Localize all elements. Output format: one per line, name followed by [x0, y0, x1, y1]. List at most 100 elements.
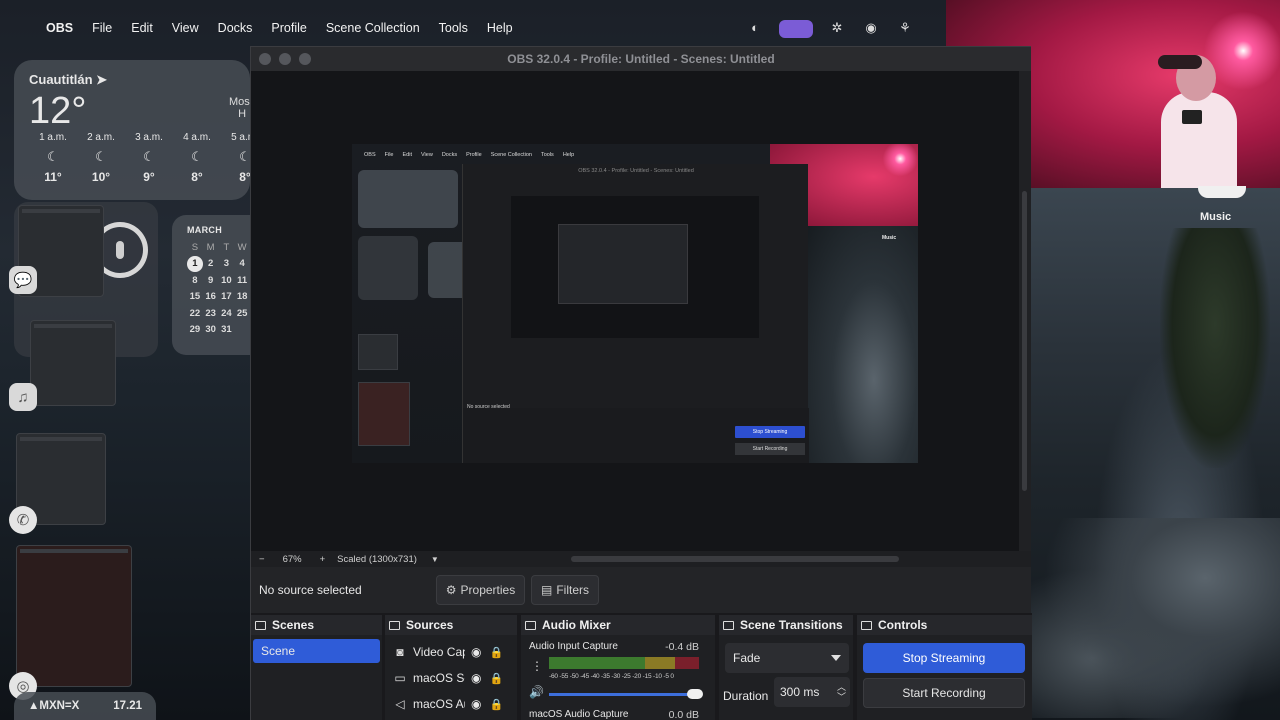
moon-icon: ☾: [47, 149, 59, 164]
start-recording-button[interactable]: Start Recording: [863, 678, 1025, 708]
preview-area[interactable]: OBS File Edit View Docks Profile Scene Collect…: [251, 71, 1019, 551]
menu-file[interactable]: File: [92, 21, 112, 35]
menu-help[interactable]: Help: [487, 21, 513, 35]
wallpaper-rocks: [1030, 518, 1280, 718]
weather-hour: 3 a.m. ☾ 9°: [125, 132, 173, 184]
mixer-track-db: 0.0 dB: [668, 709, 699, 720]
visibility-eye-icon[interactable]: ◉: [471, 645, 481, 659]
menu-scene-collection[interactable]: Scene Collection: [326, 21, 420, 35]
person-body: [1161, 92, 1237, 188]
source-item[interactable]: ◙Video Capture◉🔒: [393, 641, 511, 663]
volume-slider-knob[interactable]: [687, 689, 703, 699]
weather-hourly: 1 a.m. ☾ 11° 2 a.m. ☾ 10° 3 a.m. ☾ 9° 4 a.m. ☾ 8…: [29, 132, 269, 184]
stock-symbol: ▲MXN=X: [28, 700, 80, 712]
duration-label: Duration: [723, 689, 769, 703]
dock-icon: [389, 620, 400, 630]
dock-icon: [861, 620, 872, 630]
sources-dock: Sources ◙Video Capture◉🔒 ▭macOS Screen◉🔒…: [385, 615, 517, 720]
preview-canvas[interactable]: OBS File Edit View Docks Profile Scene Collect…: [352, 144, 918, 463]
preview-wallpaper: [808, 226, 918, 463]
controls-header: Controls: [857, 615, 1032, 635]
scene-transitions-dock: Scene Transitions Fade Duration 300 ms ︿ ﹀: [719, 615, 853, 720]
lock-icon[interactable]: 🔒: [489, 672, 503, 685]
stock-widget[interactable]: ▲MXN=X 17.21: [14, 692, 156, 720]
preview-stage-widget: [358, 236, 418, 300]
screen-share-icon[interactable]: [779, 20, 813, 38]
scenes-dock: Scenes Scene: [251, 615, 382, 720]
messages-icon[interactable]: 💬: [9, 266, 37, 294]
lock-icon[interactable]: 🔒: [489, 698, 503, 711]
track-menu-icon[interactable]: ⋮: [531, 659, 543, 673]
source-item[interactable]: ▭macOS Screen◉🔒: [393, 667, 511, 689]
desktop-wallpaper: [1030, 188, 1280, 720]
menu-profile[interactable]: Profile: [271, 21, 306, 35]
menu-edit[interactable]: Edit: [131, 21, 153, 35]
selected-source-status: No source selected: [259, 583, 362, 597]
volume-slider[interactable]: [549, 689, 703, 699]
dock-icon: [255, 620, 266, 630]
stop-streaming-button[interactable]: Stop Streaming: [863, 643, 1025, 673]
mixer-track-name: macOS Audio Capture: [529, 709, 629, 720]
preview-music: Music: [882, 235, 897, 241]
audio-mixer-header: Audio Mixer: [521, 615, 715, 635]
preview-weather-widget: [358, 170, 458, 228]
status-tray: ◐ ✲ ◉ ⚘: [745, 20, 915, 38]
mixer-track: macOS Audio Capture 0.0 dB: [529, 709, 699, 720]
preview-calendar-widget: [428, 242, 462, 298]
camera-icon: ◙: [396, 645, 404, 659]
visibility-eye-icon[interactable]: ◉: [471, 697, 481, 711]
zoom-out-button[interactable]: −: [259, 554, 265, 565]
stage-window-thumbnail[interactable]: [16, 545, 132, 687]
controls-dock: Controls Stop Streaming Start Recording: [857, 615, 1032, 720]
wallpaper-tree: [1160, 228, 1270, 468]
speaker-icon[interactable]: 🔊: [529, 685, 544, 699]
brightness-icon[interactable]: ✲: [827, 20, 847, 38]
scene-list-item[interactable]: Scene: [253, 639, 380, 663]
lock-icon[interactable]: 🔒: [489, 646, 503, 659]
obs-window: OBS 32.0.4 - Profile: Untitled - Scenes:…: [250, 46, 1032, 720]
extension-icon[interactable]: ⚘: [895, 20, 915, 38]
calendar-today: 1: [187, 255, 203, 272]
volume-meter: [549, 657, 699, 669]
source-toolbar: No source selected ⚙ Properties ▤ Filters: [251, 567, 1031, 613]
weather-widget[interactable]: Cuautitlán ➤ 12° Mos H 1 a.m. ☾ 11° 2 a.m.…: [14, 60, 259, 200]
stage-window-thumbnail[interactable]: [30, 320, 116, 406]
mixer-track: Audio Input Capture -0.4 dB: [529, 641, 699, 655]
calendar-grid: SMTW 1234 8 9 10 11 15 16 17 18 22 23 24 25 29 30 3…: [187, 239, 250, 338]
source-item[interactable]: ◁macOS Audio◉🔒: [393, 693, 511, 715]
menu-view[interactable]: View: [172, 21, 199, 35]
duration-field[interactable]: 300 ms ︿ ﹀: [774, 677, 850, 707]
preview-menubar: OBS File Edit View Docks Profile Scene Collect…: [364, 152, 575, 158]
preview-horizontal-scrollbar[interactable]: [571, 556, 899, 562]
preview-thumbnail: [358, 382, 410, 446]
music-app-icon[interactable]: ♫: [9, 383, 37, 411]
zoom-in-button[interactable]: +: [320, 554, 326, 565]
docks-area: Scenes Scene Sources ◙Video Capture◉🔒 ▭m…: [251, 613, 1032, 720]
moon-icon: ☾: [95, 149, 107, 164]
weather-hour: 1 a.m. ☾ 11°: [29, 132, 77, 184]
scale-dropdown-icon[interactable]: ▼: [431, 555, 439, 564]
menu-app-name[interactable]: OBS: [46, 21, 73, 35]
visibility-eye-icon[interactable]: ◉: [471, 671, 481, 685]
moon-icon: ☾: [143, 149, 155, 164]
whatsapp-icon[interactable]: ✆: [9, 506, 37, 534]
meter-scale: -60 -55 -50 -45 -40 -35 -30 -25 -20 -15 …: [549, 673, 674, 680]
properties-button[interactable]: ⚙ Properties: [436, 575, 525, 605]
weather-temp: 12°: [29, 90, 87, 132]
filter-icon: ▤: [540, 583, 553, 597]
scenes-header: Scenes: [251, 615, 382, 635]
scale-mode: Scaled (1300x731): [337, 553, 417, 565]
window-titlebar[interactable]: OBS 32.0.4 - Profile: Untitled - Scenes:…: [251, 47, 1031, 71]
sync-icon[interactable]: ◉: [861, 20, 881, 38]
calendar-widget[interactable]: MARCH SMTW 1234 8 9 10 11 15 16 17 18 22 23 24 25…: [172, 215, 250, 355]
weather-city: Cuautitlán ➤: [29, 72, 108, 87]
menu-tools[interactable]: Tools: [439, 21, 468, 35]
transition-select[interactable]: Fade: [725, 643, 849, 673]
zoom-level: 67%: [282, 553, 302, 565]
preview-vertical-scrollbar[interactable]: [1019, 71, 1031, 551]
filters-button[interactable]: ▤ Filters: [531, 575, 599, 605]
display-icon: ▭: [394, 671, 406, 685]
menu-docks[interactable]: Docks: [218, 21, 253, 35]
obs-tray-icon[interactable]: ◐: [745, 20, 765, 38]
music-label[interactable]: Music: [1200, 211, 1231, 223]
